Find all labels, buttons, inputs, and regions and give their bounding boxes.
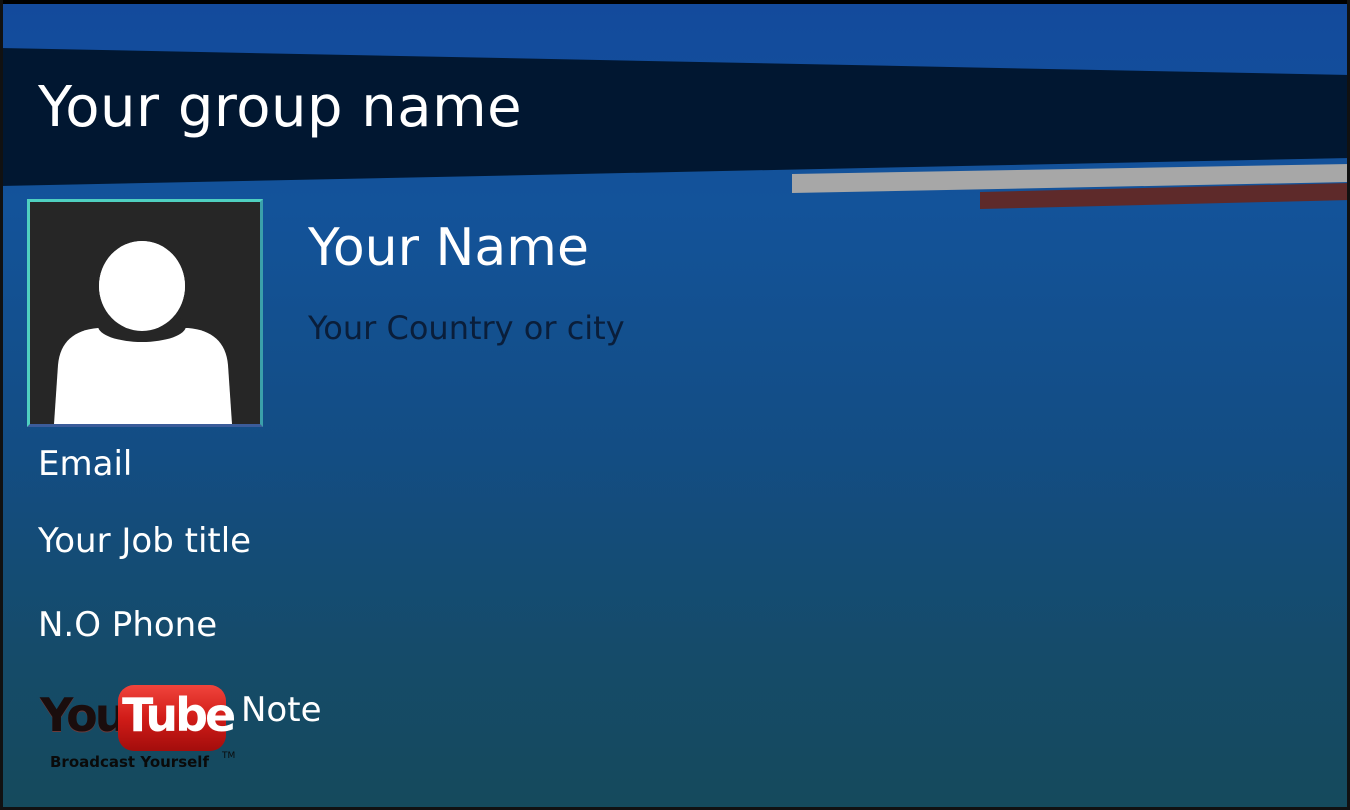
group-name-title[interactable]: Your group name xyxy=(38,80,522,136)
youtube-trademark: TM xyxy=(222,751,236,761)
youtube-tagline: Broadcast Yourself xyxy=(50,753,209,771)
window-frame-left xyxy=(0,0,3,810)
window-frame-top xyxy=(0,0,1350,4)
youtube-logo-you-text: You xyxy=(40,688,127,742)
note-field[interactable]: Note xyxy=(241,693,321,727)
phone-field[interactable]: N.O Phone xyxy=(38,608,217,642)
avatar[interactable] xyxy=(27,199,263,427)
profile-location[interactable]: Your Country or city xyxy=(308,312,625,344)
user-silhouette-icon xyxy=(54,241,232,424)
youtube-logo-icon[interactable]: You Tube Broadcast Yourself TM xyxy=(38,684,238,776)
contact-card: Your group name Your Name Your Country o… xyxy=(0,0,1350,810)
profile-name[interactable]: Your Name xyxy=(308,222,589,274)
youtube-logo-tube-text: Tube xyxy=(122,688,236,742)
email-field[interactable]: Email xyxy=(38,447,132,481)
job-title-field[interactable]: Your Job title xyxy=(38,524,251,558)
